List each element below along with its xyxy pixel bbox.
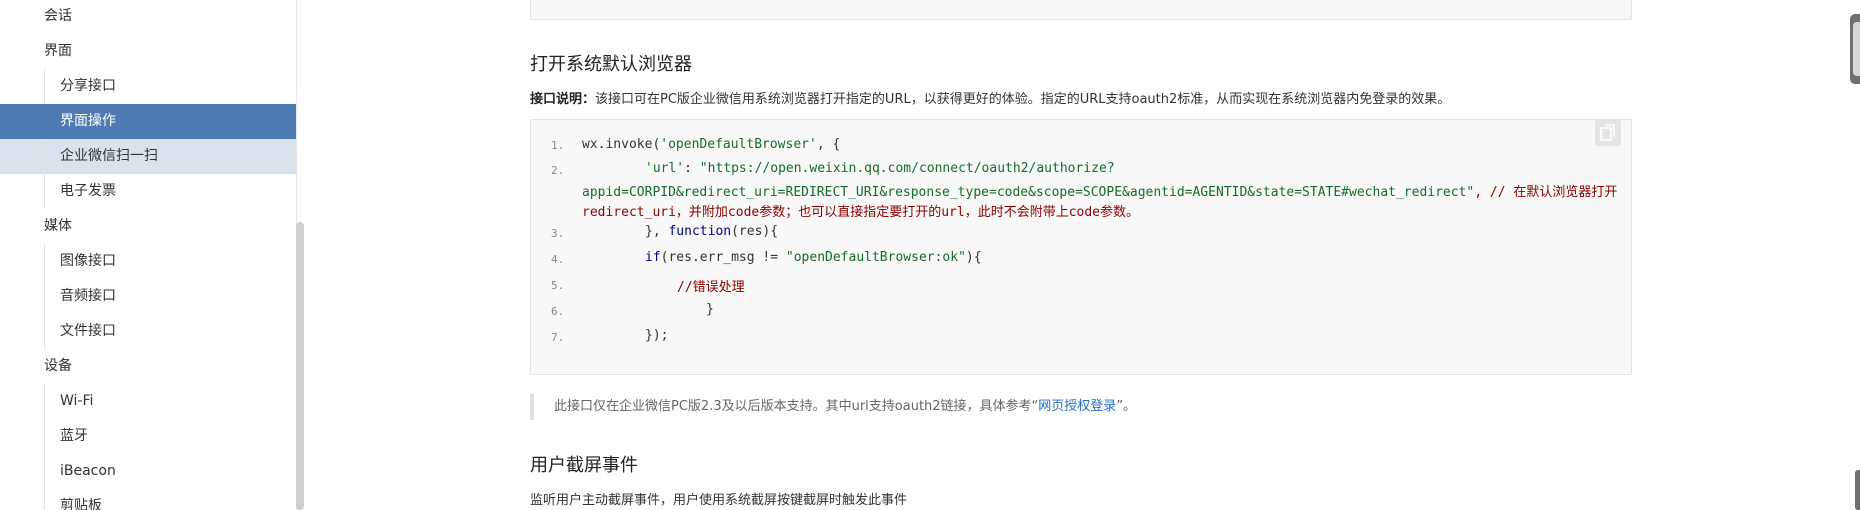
nav-rail bbox=[44, 489, 45, 510]
sidebar-item-ibeacon[interactable]: iBeacon bbox=[0, 454, 296, 489]
sidebar-item-label: 图像接口 bbox=[60, 253, 116, 269]
line-number: 5. bbox=[551, 279, 565, 292]
nav-rail bbox=[44, 419, 45, 454]
code-block: 1. wx.invoke('openDefaultBrowser', { 2. … bbox=[530, 119, 1632, 375]
sidebar-item-label: 电子发票 bbox=[60, 183, 116, 199]
code-line-3: }, function(res){ bbox=[645, 224, 778, 239]
nav-rail bbox=[44, 69, 45, 104]
nav-rail bbox=[44, 139, 45, 174]
code-string: "https://open.weixin.qq.com/connect/oaut… bbox=[699, 161, 1115, 176]
nav-group-ui[interactable]: 界面 bbox=[44, 41, 72, 61]
note-text: 此接口仅在企业微信PC版2.3及以后版本支持。其中url支持oauth2链接，具… bbox=[554, 394, 1136, 420]
code-text: (res){ bbox=[731, 224, 779, 239]
nav-rail bbox=[44, 314, 45, 349]
sidebar-item-label: 剪贴板 bbox=[60, 498, 102, 510]
nav-group-media[interactable]: 媒体 bbox=[44, 216, 72, 236]
sidebar-item-ui-operations[interactable]: 界面操作 bbox=[0, 104, 296, 139]
sidebar-item-bluetooth[interactable]: 蓝牙 bbox=[0, 419, 296, 454]
code-comment: , // 在默认浏览器打开 bbox=[1474, 185, 1618, 200]
sidebar-item-label: 音频接口 bbox=[60, 288, 116, 304]
code-text: ){ bbox=[965, 250, 982, 265]
main-content: 打开系统默认浏览器 接口说明：该接口可在PC版企业微信用系统浏览器打开指定的UR… bbox=[530, 0, 1632, 510]
line-number: 2. bbox=[551, 164, 565, 177]
sidebar-item-invoice[interactable]: 电子发票 bbox=[0, 174, 296, 209]
line-number: 4. bbox=[551, 253, 565, 266]
sidebar-item-label: 企业微信扫一扫 bbox=[60, 148, 158, 164]
sidebar-item-label: 蓝牙 bbox=[60, 428, 88, 444]
sidebar-item-label: iBeacon bbox=[60, 463, 116, 479]
code-text: : bbox=[684, 161, 700, 176]
section-title-screenshot-event: 用户截屏事件 bbox=[530, 455, 638, 476]
sidebar-item-clipboard[interactable]: 剪贴板 bbox=[0, 489, 296, 510]
code-line-7: }); bbox=[645, 328, 669, 343]
previous-code-block bbox=[530, 0, 1632, 20]
sidebar: 会话 界面 分享接口 界面操作 企业微信扫一扫 电子发票 媒体 图像接口 音频接… bbox=[0, 0, 297, 510]
section-title-open-browser: 打开系统默认浏览器 bbox=[530, 54, 692, 75]
section-description: 接口说明：该接口可在PC版企业微信用系统浏览器打开指定的URL，以获得更好的体验… bbox=[530, 88, 1450, 107]
note-blockquote: 此接口仅在企业微信PC版2.3及以后版本支持。其中url支持oauth2链接，具… bbox=[530, 394, 1634, 420]
note-text-after: ”。 bbox=[1116, 399, 1137, 414]
code-text: wx.invoke( bbox=[582, 137, 661, 152]
section-description-2: 监听用户主动截屏事件，用户使用系统截屏按键截屏时触发此事件 bbox=[530, 493, 908, 508]
sidebar-item-label: 文件接口 bbox=[60, 323, 116, 339]
sidebar-item-image[interactable]: 图像接口 bbox=[0, 244, 296, 279]
note-text-before: 此接口仅在企业微信PC版2.3及以后版本支持。其中url支持oauth2链接，具… bbox=[554, 399, 1039, 414]
code-line-1: wx.invoke('openDefaultBrowser', { bbox=[582, 137, 840, 152]
line-number: 1. bbox=[551, 139, 565, 152]
line-number: 6. bbox=[551, 305, 565, 318]
oauth-login-link[interactable]: 网页授权登录 bbox=[1038, 399, 1116, 414]
sidebar-item-audio[interactable]: 音频接口 bbox=[0, 279, 296, 314]
code-comment: //错误处理 bbox=[677, 280, 745, 295]
code-line-6: } bbox=[706, 302, 714, 317]
code-string: "openDefaultBrowser:ok" bbox=[785, 250, 966, 265]
page-scrollbar-thumb[interactable] bbox=[1853, 22, 1860, 76]
code-string: 'openDefaultBrowser' bbox=[660, 137, 817, 152]
sidebar-item-file[interactable]: 文件接口 bbox=[0, 314, 296, 349]
sidebar-item-share[interactable]: 分享接口 bbox=[0, 69, 296, 104]
code-line-2c: redirect_uri，并附加code参数；也可以直接指定要打开的url，此时… bbox=[582, 201, 1139, 220]
code-string: 'url' bbox=[645, 161, 685, 176]
description-text: 该接口可在PC版企业微信用系统浏览器打开指定的URL，以获得更好的体验。指定的U… bbox=[595, 92, 1451, 107]
nav-group-device[interactable]: 设备 bbox=[44, 356, 72, 376]
copy-icon bbox=[1600, 124, 1615, 141]
nav-rail bbox=[44, 384, 45, 419]
code-line-2b: appid=CORPID&redirect_uri=REDIRECT_URI&r… bbox=[582, 181, 1617, 200]
line-number: 3. bbox=[551, 227, 565, 240]
code-keyword: function bbox=[668, 224, 732, 239]
copy-button[interactable] bbox=[1595, 120, 1621, 146]
sidebar-item-label: 界面操作 bbox=[60, 113, 116, 129]
nav-rail bbox=[44, 454, 45, 489]
nav-rail bbox=[44, 174, 45, 209]
code-string: appid=CORPID&redirect_uri=REDIRECT_URI&r… bbox=[582, 185, 1475, 200]
sidebar-item-label: 分享接口 bbox=[60, 78, 116, 94]
description-label: 接口说明： bbox=[530, 92, 596, 107]
sidebar-item-scan[interactable]: 企业微信扫一扫 bbox=[0, 139, 296, 174]
nav-group-session[interactable]: 会话 bbox=[44, 6, 72, 26]
code-keyword: if bbox=[645, 250, 661, 265]
sidebar-item-wifi[interactable]: Wi-Fi bbox=[0, 384, 296, 419]
code-line-2a: 'url': "https://open.weixin.qq.com/conne… bbox=[645, 161, 1115, 176]
sidebar-scrollbar[interactable] bbox=[296, 222, 304, 510]
code-line-5: //错误处理 bbox=[677, 276, 745, 295]
sidebar-item-label: Wi-Fi bbox=[60, 393, 94, 409]
code-line-4: if(res.err_msg != "openDefaultBrowser:ok… bbox=[645, 250, 982, 265]
code-text: , { bbox=[816, 137, 841, 152]
code-comment: redirect_uri，并附加code参数；也可以直接指定要打开的url，此时… bbox=[582, 205, 1140, 220]
nav-rail bbox=[44, 244, 45, 279]
line-number: 7. bbox=[551, 331, 565, 344]
code-text: }, bbox=[645, 224, 669, 239]
nav-rail bbox=[44, 279, 45, 314]
code-text: (res.err_msg != bbox=[660, 250, 786, 265]
page-scrollbar-bottom[interactable] bbox=[1855, 470, 1860, 510]
